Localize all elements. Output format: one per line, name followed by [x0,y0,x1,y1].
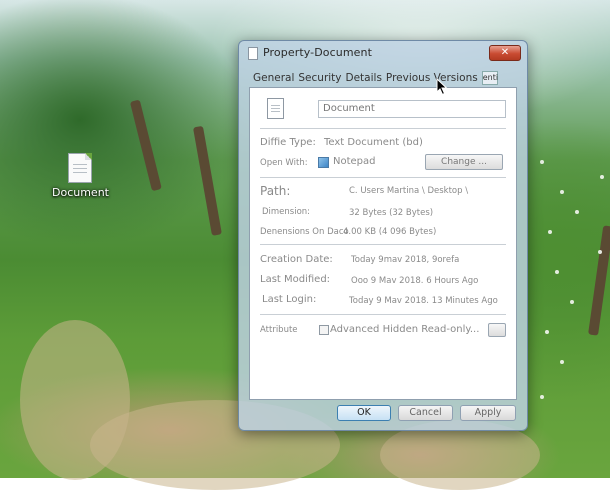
flower [570,300,574,304]
file-type-label: Diffie Type: [260,137,316,148]
attribute-value: Advanced Hidden Read-only... [330,324,480,335]
size-on-disk-value: 4.00 KB (4 096 Bytes) [343,227,437,237]
document-icon [68,153,92,183]
flower [555,270,559,274]
file-type-value: Text Document (bd) [324,137,423,148]
desktop-icon-label: Document [52,186,109,199]
last-modified-value: Ooo 9 Mav 2018. 6 Hours Ago [351,276,479,286]
apply-button[interactable]: Apply [460,405,516,421]
opens-with-label: Open With: [260,158,308,168]
opens-with-value: Notepad [333,156,376,167]
tab-details[interactable]: Details [346,72,382,84]
tab-previous-versions[interactable]: Previous Versions [386,72,478,84]
tab-security[interactable]: Security [298,72,341,84]
fence-post [129,99,162,192]
general-tab-panel: Document Diffie Type: Text Document (bd)… [249,87,517,400]
creation-date-value: Today 9mav 2018, 9orefa [351,255,460,265]
fence-post [588,225,610,336]
creation-date-label: Creation Date: [260,254,333,265]
advanced-button[interactable] [488,323,506,337]
notepad-icon [318,157,329,168]
change-button[interactable]: Change ... [425,154,503,170]
dimension-label: Dimension: [262,207,311,217]
title-bar[interactable]: Property-Document ✕ [239,41,527,67]
path-label: Path: [260,184,291,198]
dimension-value: 32 Bytes (32 Bytes) [349,208,434,218]
desktop-document-shortcut[interactable]: Document [52,153,109,199]
tab-strip: General Security Details Previous Versions e… [253,71,502,87]
tab-general[interactable]: General [253,72,294,84]
window-title: Property-Document [263,46,373,59]
flower [598,250,602,254]
tab-overflow-button[interactable]: enti [481,71,498,85]
document-icon [267,98,284,119]
divider [260,128,506,129]
attribute-checkbox[interactable] [319,325,329,335]
cancel-button[interactable]: Cancel [398,405,453,421]
divider [260,314,506,315]
divider [260,177,506,178]
flower [600,175,604,179]
last-accessed-value: Today 9 Mav 2018. 13 Minutes Ago [349,296,498,306]
last-modified-label: Last Modified: [260,274,331,285]
flower [540,395,544,399]
flower [575,210,579,214]
document-icon [248,47,258,60]
attribute-label: Attribute [260,325,298,335]
last-accessed-label: Last Login: [262,294,317,305]
flower [545,330,549,334]
close-button[interactable]: ✕ [489,45,521,61]
ok-button[interactable]: OK [337,405,391,421]
divider [260,244,506,245]
mouse-pointer-icon [436,78,448,96]
flower [560,360,564,364]
size-on-disk-label: Denensions On Daco [260,227,349,237]
file-name-input[interactable]: Document [318,100,506,118]
fence-post [192,125,222,236]
flower [560,190,564,194]
flower [548,230,552,234]
flower [540,160,544,164]
path-value: C. Users Martina \ Desktop \ [349,186,469,196]
properties-dialog[interactable]: Property-Document ✕ General Security Detai… [238,40,528,431]
